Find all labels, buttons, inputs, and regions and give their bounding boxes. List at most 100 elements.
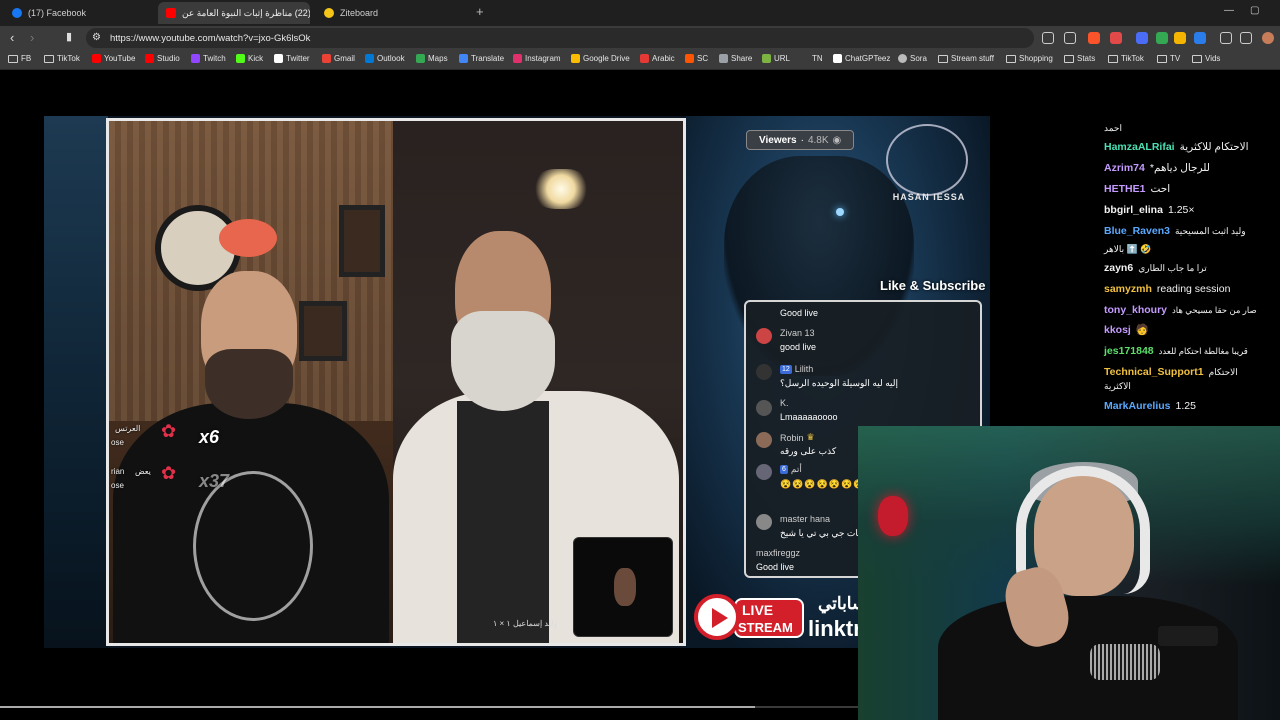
chat-username: maxfireggz — [756, 548, 801, 558]
folder-icon — [1064, 54, 1074, 63]
bookmark-kick[interactable]: Kick — [236, 54, 263, 63]
video-player[interactable]: العرتس ose ✿ x6 rian يعض ose ✿ x37 وليد … — [44, 116, 990, 648]
arabic-icon — [640, 54, 649, 63]
site-info-icon[interactable]: ⚙ — [92, 32, 101, 43]
eye-icon: ◉ — [832, 134, 842, 146]
play-circle-icon — [694, 594, 740, 640]
kick-icon — [236, 54, 245, 63]
brave-shield-icon[interactable] — [1088, 32, 1100, 44]
chat-user[interactable]: jes171848 — [1104, 345, 1154, 357]
chat-avatar — [756, 432, 772, 448]
chat-user[interactable]: zayn6 — [1104, 262, 1133, 274]
bookmark-sora[interactable]: Sora — [898, 54, 927, 63]
like-subscribe-text: Like & Subscribe — [880, 278, 986, 293]
chat-message: إليه ليه الوسيلة الوحيده الرسل؟ — [780, 378, 898, 388]
wall-frame — [339, 205, 385, 277]
bookmark-sc[interactable]: SC — [685, 54, 708, 63]
bookmark-vids[interactable]: Vids — [1192, 54, 1220, 63]
chatgpt-icon — [833, 54, 842, 63]
chat-message: Good live — [780, 308, 819, 318]
wall-frame — [299, 301, 347, 361]
chat-username: K. — [780, 398, 789, 408]
triangle-ext-icon[interactable] — [1110, 32, 1122, 44]
address-bar: ‹ › ▮ ⚙ https://www.youtube.com/watch?v=… — [0, 26, 1280, 50]
chat-user[interactable]: bbgirl_elina — [1104, 204, 1163, 216]
blue-ext-icon[interactable] — [1194, 32, 1206, 44]
cast-icon[interactable] — [1042, 32, 1054, 44]
green-ext-icon[interactable] — [1156, 32, 1168, 44]
chat-user[interactable]: HETHE1 — [1104, 183, 1145, 195]
chat-user[interactable]: Blue_Raven3 — [1104, 225, 1170, 237]
bookmark-tiktok[interactable]: TikTok — [44, 54, 80, 63]
bookmark-youtube[interactable]: YouTube — [92, 54, 135, 63]
chat-avatar — [756, 400, 772, 416]
live-chat-panel: احمد HamzaALRifai الاحتكام للاكثرية Azrim… — [1100, 118, 1280, 418]
debate-feed: العرتس ose ✿ x6 rian يعض ose ✿ x37 وليد … — [106, 118, 686, 646]
chat-row: bbgirl_elina 1.25× — [1104, 204, 1195, 216]
bookmark-tv[interactable]: TV — [1157, 54, 1180, 63]
chat-user[interactable]: samyzmh — [1104, 283, 1152, 295]
folder-icon — [1006, 54, 1016, 63]
bookmark-tn[interactable]: TN — [812, 54, 823, 63]
dragon-eye — [836, 208, 844, 216]
bookmark-url[interactable]: URL — [762, 54, 790, 63]
chat-row: Azrim74 *للرجال دياهم — [1104, 162, 1210, 174]
url-text[interactable]: https://www.youtube.com/watch?v=jxo-Gk6l… — [110, 33, 310, 44]
dragon-logo — [886, 124, 968, 196]
tab-ziteboard[interactable]: Ziteboard — [316, 2, 468, 24]
bookmark-outlook[interactable]: Outlook — [365, 54, 405, 63]
folder-icon — [1157, 54, 1167, 63]
bookmark-arabic[interactable]: Arabic — [640, 54, 675, 63]
sidebar-icon[interactable] — [1240, 32, 1252, 44]
left-speaker-camera: العرتس ose ✿ x6 rian يعض ose ✿ x37 — [109, 121, 393, 643]
bookmark-stats[interactable]: Stats — [1064, 54, 1095, 63]
tab-facebook[interactable]: (17) Facebook — [4, 2, 156, 24]
chat-row: احمد — [1104, 123, 1122, 133]
celtic-knot-print — [193, 471, 313, 621]
puzzle-icon[interactable] — [1220, 32, 1232, 44]
bookmark-google-drive[interactable]: Google Drive — [571, 54, 630, 63]
gift-multiplier: x37 — [199, 471, 230, 491]
translate-ext-icon[interactable] — [1136, 32, 1148, 44]
bookmark-fb[interactable]: FB — [8, 54, 31, 63]
drive-icon — [571, 54, 580, 63]
bookmark-twitch[interactable]: Twitch — [191, 54, 226, 63]
chat-user[interactable]: HamzaALRifai — [1104, 141, 1175, 153]
bookmark-translate[interactable]: Translate — [459, 54, 504, 63]
chat-row: samyzmh reading session — [1104, 283, 1231, 295]
youtube-icon — [166, 8, 176, 18]
bookmark-chatgpteez[interactable]: ChatGPTeez — [833, 54, 890, 63]
chat-user[interactable]: kkosj — [1104, 324, 1131, 336]
forward-icon[interactable]: › — [30, 30, 34, 45]
share-icon[interactable] — [1064, 32, 1076, 44]
chat-user[interactable]: tony_khoury — [1104, 304, 1167, 316]
bookmark-stream-stuff[interactable]: Stream stuff — [938, 54, 994, 63]
bookmark-maps[interactable]: Maps — [416, 54, 448, 63]
chat-username: master hana — [780, 514, 831, 524]
bookmark-studio[interactable]: Studio — [145, 54, 180, 63]
chat-user[interactable]: MarkAurelius — [1104, 400, 1171, 412]
tab-youtube[interactable]: (22) مناظرة إثبات النبوة العامة عن ✕ — [158, 2, 310, 24]
bookmark-gmail[interactable]: Gmail — [322, 54, 355, 63]
bookmark-share[interactable]: Share — [719, 54, 752, 63]
chat-row: الاكثرية — [1104, 381, 1131, 391]
maximize-icon[interactable]: ▢ — [1250, 5, 1259, 16]
bookmark-shopping[interactable]: Shopping — [1006, 54, 1053, 63]
chat-message: Lmaaaaaoooo — [780, 412, 838, 422]
chat-user[interactable]: Azrim74 — [1104, 162, 1145, 174]
bookmark-tiktok-2[interactable]: TikTok — [1108, 54, 1144, 63]
bookmark-instagram[interactable]: Instagram — [513, 54, 561, 63]
share-icon — [719, 54, 728, 63]
bookmark-twitter[interactable]: Twitter — [274, 54, 310, 63]
folder-icon — [44, 54, 54, 63]
tab-title: (22) مناظرة إثبات النبوة العامة عن — [182, 7, 310, 18]
new-tab-button[interactable]: + — [476, 4, 484, 19]
back-icon[interactable]: ‹ — [10, 30, 14, 45]
instagram-icon — [513, 54, 522, 63]
minimize-icon[interactable]: — — [1224, 5, 1234, 16]
chat-user[interactable]: Technical_Support1 — [1104, 366, 1204, 378]
profile-avatar[interactable] — [1262, 32, 1274, 44]
bookmark-icon[interactable]: ▮ — [66, 30, 72, 43]
maps-icon — [416, 54, 425, 63]
yellow-ext-icon[interactable] — [1174, 32, 1186, 44]
